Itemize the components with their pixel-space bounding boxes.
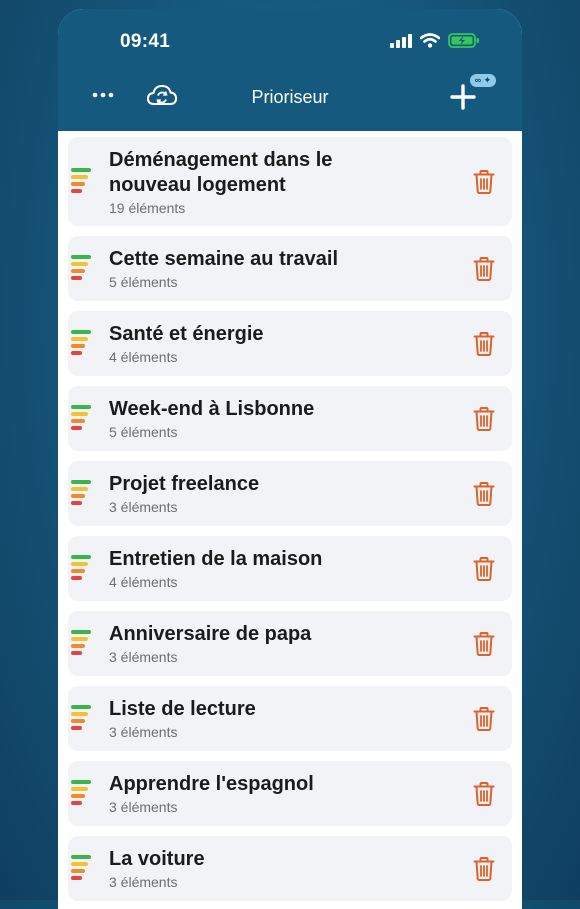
list-title: Apprendre l'espagnol: [109, 773, 314, 795]
trash-icon[interactable]: [472, 169, 496, 195]
list-count: 3 éléments: [109, 724, 178, 740]
list-title: Anniversaire de papa: [109, 623, 312, 645]
list-card[interactable]: Entretien de la maison 4 éléments: [68, 536, 512, 601]
list-title: Déménagement dans le nouveau logement: [109, 148, 333, 196]
list-title: Week-end à Lisbonne: [109, 398, 315, 420]
trash-icon[interactable]: [472, 706, 496, 732]
list-card-text: Projet freelance 3 éléments: [109, 462, 379, 525]
priority-bars-icon: [71, 779, 93, 808]
trash-icon[interactable]: [472, 856, 496, 882]
status-time: 09:41: [120, 31, 171, 52]
list-count: 19 éléments: [109, 199, 186, 216]
list-count: 4 éléments: [109, 349, 178, 365]
list-card-text: Liste de lecture 3 éléments: [109, 687, 379, 750]
list-count: 3 éléments: [109, 499, 178, 515]
list-count: 3 éléments: [109, 799, 178, 815]
trash-icon[interactable]: [472, 406, 496, 432]
list-card-text: Week-end à Lisbonne 5 éléments: [109, 387, 379, 450]
trash-icon[interactable]: [472, 481, 496, 507]
list-card[interactable]: Week-end à Lisbonne 5 éléments: [68, 386, 512, 451]
list-count: 3 éléments: [109, 649, 178, 665]
priority-bars-icon: [71, 554, 93, 583]
wifi-icon: [420, 33, 440, 48]
battery-icon: [448, 33, 479, 48]
list-card[interactable]: Cette semaine au travail 5 éléments: [68, 236, 512, 301]
list-card-text: Entretien de la maison 4 éléments: [109, 537, 379, 600]
app-screen: 09:41 Prioriseur ∞ ✦ Déménagement dans l…: [58, 9, 522, 909]
list-count: 5 éléments: [109, 274, 178, 290]
list-card-text: Santé et énergie 4 éléments: [109, 312, 379, 375]
list-title: La voiture: [109, 848, 205, 870]
list-card[interactable]: Liste de lecture 3 éléments: [68, 686, 512, 751]
priority-bars-icon: [71, 404, 93, 433]
priority-bars-icon: [71, 854, 93, 883]
trash-icon[interactable]: [472, 256, 496, 282]
priority-bars-icon: [71, 629, 93, 658]
list-card[interactable]: Projet freelance 3 éléments: [68, 461, 512, 526]
list-card-text: Déménagement dans le nouveau logement 19…: [109, 138, 379, 226]
list-card-text: Apprendre l'espagnol 3 éléments: [109, 762, 379, 825]
list-card-text: La voiture 3 éléments: [109, 837, 379, 900]
list-title: Cette semaine au travail: [109, 248, 338, 270]
list-count: 5 éléments: [109, 424, 178, 440]
signal-icon: [390, 33, 412, 48]
list-card[interactable]: Santé et énergie 4 éléments: [68, 311, 512, 376]
list-card-text: Cette semaine au travail 5 éléments: [109, 237, 379, 300]
priority-bars-icon: [71, 704, 93, 733]
list-card[interactable]: Anniversaire de papa 3 éléments: [68, 611, 512, 676]
header: 09:41 Prioriseur ∞ ✦: [58, 9, 522, 131]
status-icons: [390, 33, 480, 48]
list-card[interactable]: La voiture 3 éléments: [68, 836, 512, 901]
list-card[interactable]: Déménagement dans le nouveau logement 19…: [68, 137, 512, 226]
trash-icon[interactable]: [472, 556, 496, 582]
trash-icon[interactable]: [472, 631, 496, 657]
list-card[interactable]: Apprendre l'espagnol 3 éléments: [68, 761, 512, 826]
priority-bars-icon: [71, 254, 93, 283]
trash-icon[interactable]: [472, 781, 496, 807]
list-count: 3 éléments: [109, 874, 178, 890]
premium-badge: ∞ ✦: [470, 74, 496, 87]
list-title: Liste de lecture: [109, 698, 256, 720]
list-title: Entretien de la maison: [109, 548, 323, 570]
trash-icon[interactable]: [472, 331, 496, 357]
priority-bars-icon: [71, 479, 93, 508]
list-title: Projet freelance: [109, 473, 260, 495]
priority-bars-icon: [71, 167, 93, 196]
list-card-text: Anniversaire de papa 3 éléments: [109, 612, 379, 675]
priority-bars-icon: [71, 329, 93, 358]
list-count: 4 éléments: [109, 574, 178, 590]
list-title: Santé et énergie: [109, 323, 264, 345]
list-container: Déménagement dans le nouveau logement 19…: [58, 131, 522, 901]
